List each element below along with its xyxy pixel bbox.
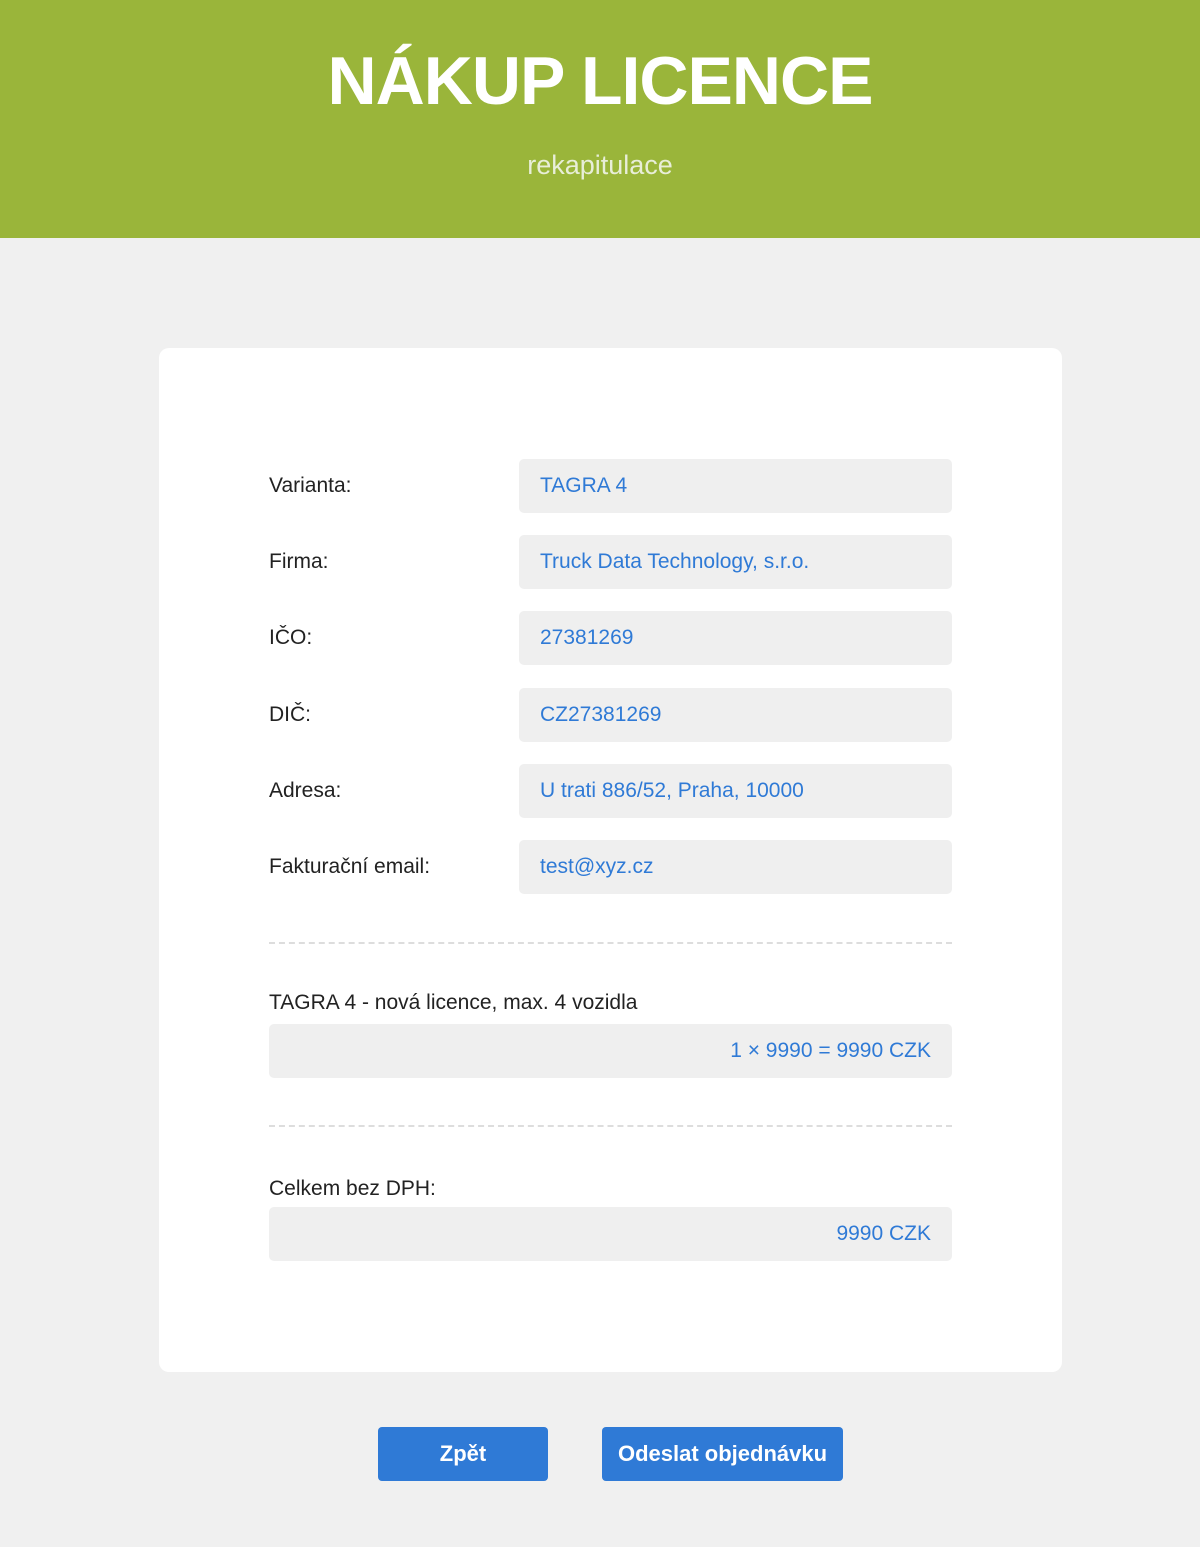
field-label-adresa: Adresa: xyxy=(269,779,342,802)
field-label-varianta: Varianta: xyxy=(269,474,352,497)
field-value-email: test@xyz.cz xyxy=(519,840,952,894)
page-title: NÁKUP LICENCE xyxy=(327,43,874,119)
field-row-adresa: Adresa: U trati 886/52, Praha, 10000 xyxy=(269,764,952,818)
field-value-ico: 27381269 xyxy=(519,611,952,665)
page-header: NÁKUP LICENCE rekapitulace xyxy=(0,0,1200,238)
item-label: TAGRA 4 - nová licence, max. 4 vozidla xyxy=(269,991,638,1014)
field-row-dic: DIČ: CZ27381269 xyxy=(269,688,952,742)
field-value-adresa: U trati 886/52, Praha, 10000 xyxy=(519,764,952,818)
section-divider xyxy=(269,1125,952,1127)
section-divider xyxy=(269,942,952,944)
field-label-email: Fakturační email: xyxy=(269,855,431,878)
field-row-email: Fakturační email: test@xyz.cz xyxy=(269,840,952,894)
page-subtitle: rekapitulace xyxy=(527,150,673,180)
field-label-ico: IČO: xyxy=(269,626,313,649)
submit-order-button[interactable]: Odeslat objednávku xyxy=(602,1427,843,1481)
field-label-dic: DIČ: xyxy=(269,703,311,726)
total-label: Celkem bez DPH: xyxy=(269,1177,436,1200)
field-row-ico: IČO: 27381269 xyxy=(269,611,952,665)
field-value-firma: Truck Data Technology, s.r.o. xyxy=(519,535,952,589)
field-value-varianta: TAGRA 4 xyxy=(519,459,952,513)
total-value: 9990 CZK xyxy=(269,1207,952,1261)
summary-card: Varianta: TAGRA 4 Firma: Truck Data Tech… xyxy=(159,348,1062,1372)
field-row-varianta: Varianta: TAGRA 4 xyxy=(269,459,952,513)
item-price: 1 × 9990 = 9990 CZK xyxy=(269,1024,952,1078)
back-button[interactable]: Zpět xyxy=(378,1427,548,1481)
field-label-firma: Firma: xyxy=(269,550,329,573)
field-value-dic: CZ27381269 xyxy=(519,688,952,742)
field-row-firma: Firma: Truck Data Technology, s.r.o. xyxy=(269,535,952,589)
